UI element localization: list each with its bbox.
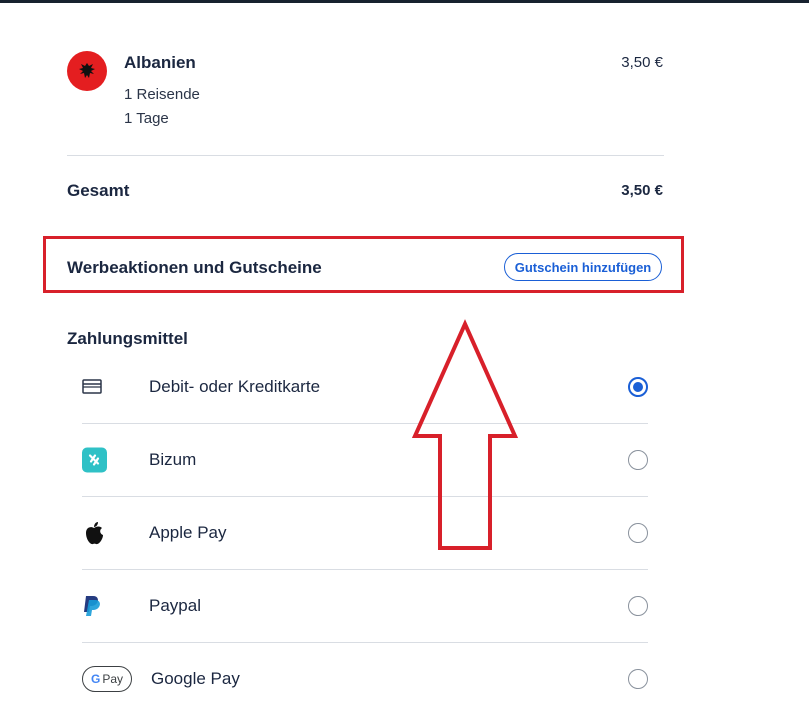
payment-option-label: Bizum [149, 449, 197, 469]
radio-selected[interactable] [628, 376, 648, 397]
apple-icon [82, 520, 106, 546]
albania-flag-icon [67, 51, 107, 91]
payment-option-paypal[interactable]: Paypal [82, 569, 648, 642]
total-label: Gesamt [67, 181, 130, 200]
radio-unselected[interactable] [628, 449, 648, 470]
google-pay-badge-text: Pay [102, 671, 124, 686]
item-travelers: 1 Reisende [124, 86, 200, 103]
arrow-up-icon [411, 319, 519, 550]
radio-unselected[interactable] [628, 595, 648, 616]
radio-unselected[interactable] [628, 668, 648, 689]
divider [67, 155, 664, 156]
payment-option-label: Debit- oder Kreditkarte [149, 376, 321, 396]
payment-option-card[interactable]: Debit- oder Kreditkarte [82, 350, 648, 423]
payment-option-label: Apple Pay [149, 522, 227, 542]
payment-option-google-pay[interactable]: G Pay Google Pay [82, 642, 648, 715]
payment-option-bizum[interactable]: Bizum [82, 423, 648, 496]
total-value: 3,50 € [621, 182, 663, 199]
payment-option-apple-pay[interactable]: Apple Pay [82, 496, 648, 569]
paypal-icon [82, 594, 102, 618]
bizum-icon [82, 447, 107, 472]
item-days: 1 Tage [124, 110, 169, 127]
payment-option-label: Google Pay [151, 668, 240, 688]
item-country: Albanien [124, 53, 196, 72]
radio-unselected[interactable] [628, 522, 648, 543]
item-price: 3,50 € [621, 54, 663, 71]
credit-card-icon [82, 378, 104, 395]
payment-option-label: Paypal [149, 595, 201, 615]
google-pay-icon: G Pay [82, 665, 132, 692]
highlight-box [43, 236, 684, 293]
payment-title: Zahlungsmittel [67, 329, 188, 348]
top-bar [0, 0, 809, 3]
